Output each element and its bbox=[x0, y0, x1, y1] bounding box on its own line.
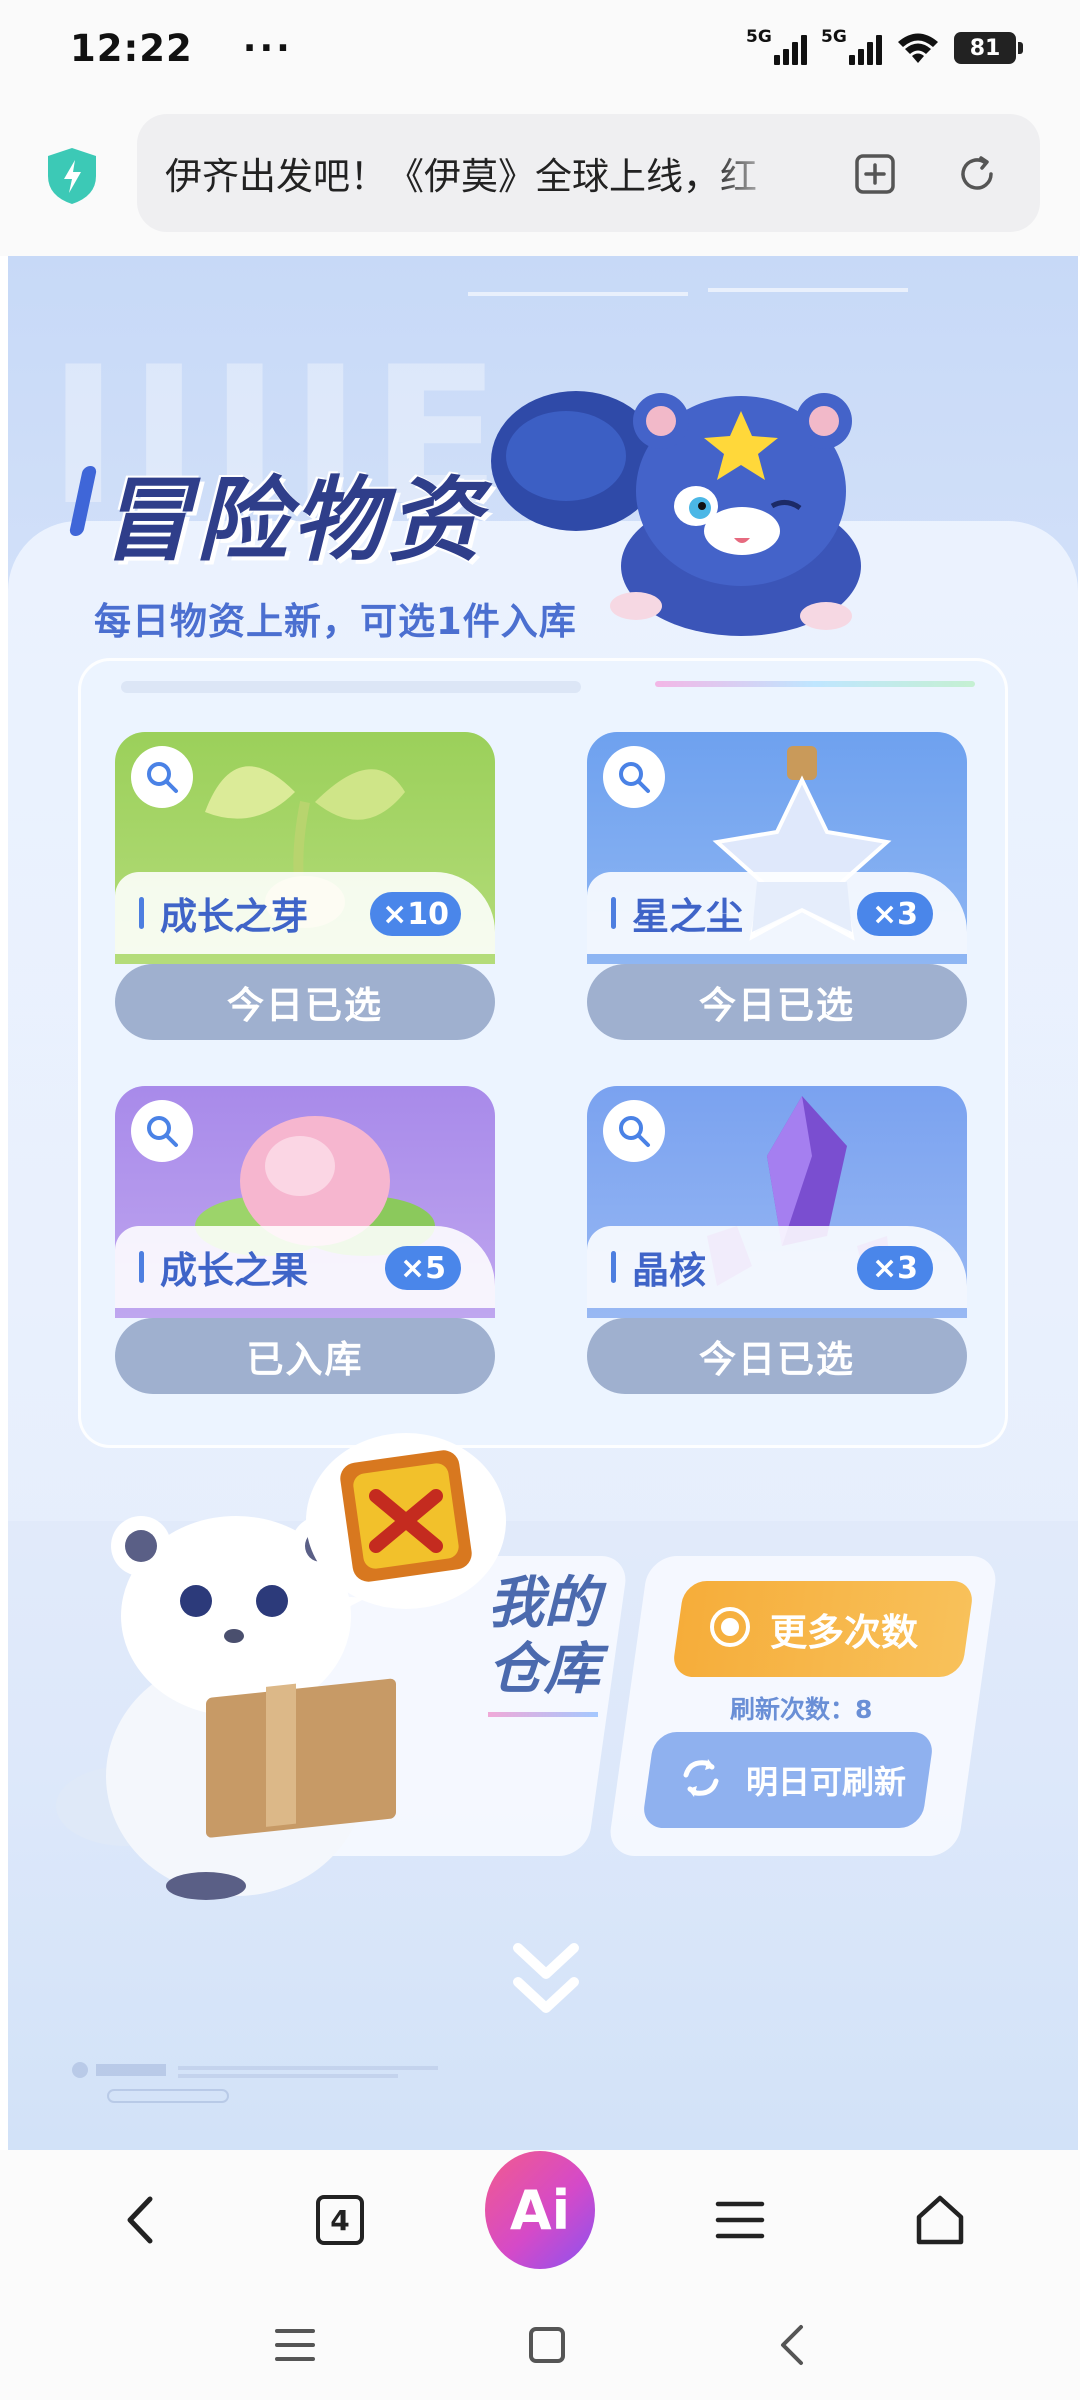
chevron-down-icon[interactable] bbox=[506, 1936, 586, 2026]
target-icon bbox=[708, 1605, 752, 1653]
selected-today-button[interactable]: 今日已选 bbox=[115, 964, 495, 1040]
quantity-badge: ×5 bbox=[385, 1246, 461, 1290]
refresh-button[interactable]: 明日可刷新 bbox=[641, 1732, 935, 1828]
supply-card[interactable]: 成长之芽 ×10 今日已选 bbox=[115, 732, 495, 1040]
home-square-icon[interactable] bbox=[527, 2325, 567, 2365]
more-times-label: 更多次数 bbox=[770, 1611, 918, 1654]
refresh-label: 明日可刷新 bbox=[746, 1763, 907, 1801]
system-navigation bbox=[0, 2290, 1080, 2400]
signal-icon: 5G bbox=[746, 27, 807, 65]
squirrel-mascot-image bbox=[491, 391, 861, 636]
tabs-button[interactable]: 4 bbox=[285, 2165, 395, 2275]
back-button[interactable] bbox=[85, 2165, 195, 2275]
decor-line bbox=[708, 288, 908, 292]
stored-button[interactable]: 已入库 bbox=[115, 1318, 495, 1394]
ai-button[interactable]: Ai bbox=[485, 2151, 595, 2275]
chevron-left-icon bbox=[127, 2196, 153, 2244]
search-icon[interactable] bbox=[131, 746, 193, 808]
clock: 12:22 bbox=[70, 26, 193, 70]
supply-card[interactable]: 星之尘 ×3 今日已选 bbox=[587, 732, 967, 1040]
home-icon bbox=[916, 2195, 964, 2245]
signal-icon: 5G bbox=[821, 27, 882, 65]
label-accent-bar bbox=[611, 1251, 616, 1283]
web-content: IIIIE 冒险物资 每日物资上新，可选1件入库 成长之芽 ×10 今日已选 星… bbox=[8, 256, 1078, 2150]
selected-today-button[interactable]: 今日已选 bbox=[587, 1318, 967, 1394]
tab-count: 4 bbox=[316, 2195, 364, 2245]
address-bar: 伊齐出发吧！《伊莫》全球上线，红 bbox=[0, 96, 1080, 256]
more-times-button[interactable]: 更多次数 bbox=[671, 1581, 975, 1677]
battery-level: 81 bbox=[969, 35, 1001, 61]
search-icon[interactable] bbox=[603, 746, 665, 808]
label-accent-bar bbox=[611, 897, 616, 929]
back-triangle-icon[interactable] bbox=[777, 2323, 807, 2367]
mystery-cube-icon bbox=[306, 1433, 506, 1624]
selected-today-button[interactable]: 今日已选 bbox=[587, 964, 967, 1040]
refresh-count: 刷新次数：8 bbox=[730, 1695, 873, 1724]
add-bookmark-icon[interactable] bbox=[853, 152, 897, 196]
home-button[interactable] bbox=[885, 2165, 995, 2275]
status-bar: 12:22 ··· 5G 5G 81 bbox=[0, 0, 1080, 96]
ai-label: Ai bbox=[485, 2151, 595, 2269]
signal-label: 5G bbox=[821, 27, 847, 47]
label-accent-bar bbox=[139, 897, 144, 929]
warehouse-title-line: 仓库 bbox=[488, 1637, 600, 1702]
decor-line bbox=[468, 292, 688, 296]
menu-icon bbox=[715, 2201, 765, 2239]
supply-card[interactable]: 晶核 ×3 今日已选 bbox=[587, 1086, 967, 1394]
notification-dots: ··· bbox=[242, 27, 293, 69]
shield-icon[interactable] bbox=[44, 146, 100, 206]
url-field[interactable]: 伊齐出发吧！《伊莫》全球上线，红 bbox=[137, 114, 1040, 232]
refresh-icon bbox=[678, 1755, 724, 1805]
search-icon[interactable] bbox=[603, 1100, 665, 1162]
quantity-badge: ×3 bbox=[857, 892, 933, 936]
fine-print-decoration bbox=[72, 2062, 438, 2103]
item-name: 成长之芽 bbox=[160, 895, 308, 938]
browser-toolbar: 4 Ai bbox=[0, 2150, 1080, 2290]
decor-line bbox=[121, 681, 581, 693]
status-icons: 5G 5G 81 bbox=[746, 27, 1023, 65]
url-text[interactable]: 伊齐出发吧！《伊莫》全球上线，红 bbox=[165, 146, 785, 200]
recents-menu-icon[interactable] bbox=[273, 2325, 317, 2365]
decor-line bbox=[488, 1712, 598, 1717]
supply-card[interactable]: 成长之果 ×5 已入库 bbox=[115, 1086, 495, 1394]
battery-icon: 81 bbox=[954, 32, 1023, 64]
search-icon[interactable] bbox=[131, 1100, 193, 1162]
item-name: 晶核 bbox=[632, 1249, 706, 1292]
item-name: 成长之果 bbox=[160, 1249, 308, 1292]
wifi-icon bbox=[898, 33, 938, 63]
item-name: 星之尘 bbox=[632, 895, 743, 938]
label-accent-bar bbox=[139, 1251, 144, 1283]
quantity-badge: ×10 bbox=[370, 892, 461, 936]
quantity-badge: ×3 bbox=[857, 1246, 933, 1290]
decor-line bbox=[655, 681, 975, 687]
refresh-icon[interactable] bbox=[955, 152, 999, 196]
menu-button[interactable] bbox=[685, 2165, 795, 2275]
signal-label: 5G bbox=[746, 27, 772, 47]
